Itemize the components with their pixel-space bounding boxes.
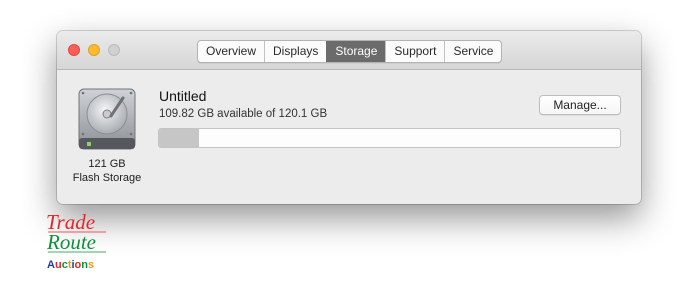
storage-panel: 121 GB Flash Storage Untitled 109.82 GB … xyxy=(57,70,641,204)
drive-caption: 121 GB Flash Storage xyxy=(57,157,157,185)
storage-used-fill xyxy=(159,129,199,147)
close-button[interactable] xyxy=(68,44,80,56)
tab-bar: Overview Displays Storage Support Servic… xyxy=(197,40,503,63)
zoom-button xyxy=(108,44,120,56)
trade-route-auctions-logo: Trade Route Auctions xyxy=(46,210,106,271)
tab-support[interactable]: Support xyxy=(385,41,444,62)
about-this-mac-window: Overview Displays Storage Support Servic… xyxy=(57,31,641,204)
tab-service[interactable]: Service xyxy=(444,41,501,62)
volume-available: 109.82 GB available of 120.1 GB xyxy=(159,108,328,120)
volume-name: Untitled xyxy=(159,88,207,104)
storage-usage-bar xyxy=(158,128,621,148)
minimize-button[interactable] xyxy=(88,44,100,56)
tab-displays[interactable]: Displays xyxy=(264,41,326,62)
tab-storage[interactable]: Storage xyxy=(326,41,386,62)
hard-drive-icon xyxy=(78,88,136,150)
title-bar: Overview Displays Storage Support Servic… xyxy=(57,31,641,70)
tab-overview[interactable]: Overview xyxy=(198,41,264,62)
drive-type: Flash Storage xyxy=(72,172,142,184)
manage-button[interactable]: Manage... xyxy=(539,95,621,115)
drive-size: 121 GB xyxy=(88,158,126,170)
svg-text:Route: Route xyxy=(46,230,96,254)
svg-text:Auctions: Auctions xyxy=(47,259,94,271)
